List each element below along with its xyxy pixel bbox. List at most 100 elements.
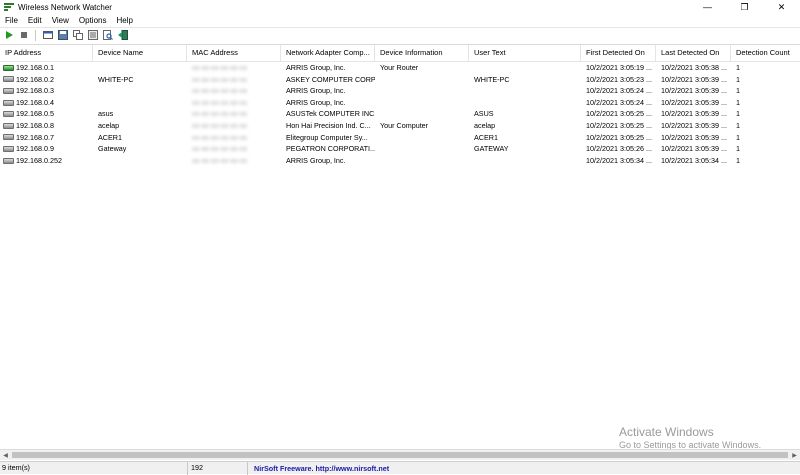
exit-icon[interactable] (117, 29, 129, 41)
row-detection-count: 1 (736, 132, 740, 142)
copy-icon[interactable] (72, 29, 84, 41)
menu-edit[interactable]: Edit (23, 16, 47, 25)
maximize-button[interactable]: ❐ (726, 0, 763, 14)
column-detection-count[interactable]: Detection Count (731, 45, 800, 61)
device-icon (3, 157, 14, 164)
device-icon (3, 145, 14, 152)
row-device-info (375, 108, 469, 120)
column-first-detected-on[interactable]: First Detected On (581, 45, 656, 61)
stop-icon[interactable] (18, 29, 30, 41)
column-device-information[interactable]: Device Information (375, 45, 469, 61)
table-row[interactable]: 192.168.0.7 ACER1 xx-xx-xx-xx-xx-xx Elit… (0, 132, 800, 144)
row-vendor: Elitegroup Computer Sy... (286, 132, 368, 142)
row-ip: 192.168.0.9 (16, 144, 54, 154)
row-vendor: ARRIS Group, Inc. (286, 63, 346, 72)
device-icon (3, 122, 14, 129)
table-row[interactable]: 192.168.0.4 xx-xx-xx-xx-xx-xx ARRIS Grou… (0, 97, 800, 109)
column-mac-address[interactable]: MAC Address (187, 45, 281, 61)
device-icon (3, 111, 14, 118)
column-ip-address[interactable]: IP Address (0, 45, 93, 61)
row-first-detected: 10/2/2021 3:05:25 ... (586, 109, 652, 119)
row-device-name (93, 62, 187, 74)
status-bar: 9 item(s) 192 NirSoft Freeware. http://w… (0, 461, 800, 475)
close-button[interactable]: ✕ (763, 0, 800, 14)
row-device-info (375, 97, 469, 109)
menu-help[interactable]: Help (111, 16, 137, 25)
find-icon[interactable] (102, 29, 114, 41)
router-icon (3, 64, 14, 71)
save-icon[interactable] (57, 29, 69, 41)
row-last-detected: 10/2/2021 3:05:38 ... (661, 63, 727, 72)
scroll-right-icon[interactable]: ▶ (789, 450, 800, 460)
toolbar-separator (35, 29, 36, 41)
row-mac-address: xx-xx-xx-xx-xx-xx (192, 86, 248, 96)
horizontal-scrollbar[interactable]: ◀ ▶ (0, 449, 800, 460)
row-last-detected: 10/2/2021 3:05:39 ... (661, 86, 727, 96)
row-device-name: asus (98, 109, 114, 119)
row-ip: 192.168.0.8 (16, 120, 54, 130)
row-vendor: Hon Hai Precision Ind. C... (286, 120, 371, 130)
table-row[interactable]: 192.168.0.9 Gateway xx-xx-xx-xx-xx-xx PE… (0, 143, 800, 155)
row-ip: 192.168.0.3 (16, 86, 54, 96)
row-last-detected: 10/2/2021 3:05:39 ... (661, 120, 727, 130)
row-ip: 192.168.0.4 (16, 97, 54, 107)
row-mac-address: xx-xx-xx-xx-xx-xx (192, 109, 248, 119)
play-icon[interactable] (3, 29, 15, 41)
row-vendor: ARRIS Group, Inc. (286, 97, 346, 107)
row-ip: 192.168.0.5 (16, 109, 54, 119)
table-row[interactable]: 192.168.0.3 xx-xx-xx-xx-xx-xx ARRIS Grou… (0, 85, 800, 97)
html-report-icon[interactable] (42, 29, 54, 41)
table-row[interactable]: 192.168.0.5 asus xx-xx-xx-xx-xx-xx ASUST… (0, 108, 800, 120)
watermark-title: Activate Windows (619, 425, 714, 439)
row-detection-count: 1 (736, 97, 740, 107)
row-ip: 192.168.0.2 (16, 74, 54, 84)
status-item-count: 9 item(s) (0, 461, 188, 475)
row-mac-address: xx-xx-xx-xx-xx-xx (192, 144, 248, 154)
activation-watermark: Activate Windows Go to Settings to activ… (619, 425, 761, 450)
column-last-detected-on[interactable]: Last Detected On (656, 45, 731, 61)
nirsoft-link[interactable]: NirSoft Freeware. http://www.nirsoft.net (248, 464, 389, 473)
row-first-detected: 10/2/2021 3:05:25 ... (586, 132, 652, 142)
device-icon (3, 87, 14, 94)
row-detection-count: 1 (736, 74, 740, 84)
row-ip: 192.168.0.7 (16, 132, 54, 142)
row-device-name: acelap (98, 120, 120, 130)
menu-bar: File Edit View Options Help (0, 14, 800, 26)
row-first-detected: 10/2/2021 3:05:23 ... (586, 74, 652, 84)
minimize-button[interactable]: — (689, 0, 726, 14)
row-last-detected: 10/2/2021 3:05:34 ... (661, 155, 727, 165)
status-extra: 192 (188, 461, 248, 475)
scroll-left-icon[interactable]: ◀ (0, 450, 11, 460)
menu-options[interactable]: Options (74, 16, 112, 25)
row-device-info: Your Router (380, 63, 419, 72)
row-device-name (93, 85, 187, 97)
table-row[interactable]: 192.168.0.8 acelap xx-xx-xx-xx-xx-xx Hon… (0, 120, 800, 132)
row-first-detected: 10/2/2021 3:05:24 ... (586, 86, 652, 96)
row-device-name (93, 97, 187, 109)
menu-file[interactable]: File (0, 16, 23, 25)
row-user-text: ASUS (474, 109, 494, 119)
row-user-text: acelap (474, 120, 496, 130)
table-row[interactable]: 192.168.0.1 xx-xx-xx-xx-xx-xx ARRIS Grou… (0, 62, 800, 74)
table-row[interactable]: 192.168.0.252 xx-xx-xx-xx-xx-xx ARRIS Gr… (0, 155, 800, 167)
device-icon (3, 134, 14, 141)
row-detection-count: 1 (736, 86, 740, 96)
row-device-info (375, 132, 469, 144)
device-list[interactable]: IP Address Device Name MAC Address Netwo… (0, 44, 800, 450)
row-device-name: Gateway (98, 144, 127, 154)
row-user-text (469, 97, 581, 109)
properties-icon[interactable] (87, 29, 99, 41)
row-vendor: ASKEY COMPUTER CORP (286, 74, 375, 84)
row-mac-address: xx-xx-xx-xx-xx-xx (192, 132, 248, 142)
column-user-text[interactable]: User Text (469, 45, 581, 61)
column-network-adapter-company[interactable]: Network Adapter Comp... (281, 45, 375, 61)
column-device-name[interactable]: Device Name (93, 45, 187, 61)
scrollbar-thumb[interactable] (12, 452, 788, 458)
row-first-detected: 10/2/2021 3:05:24 ... (586, 97, 652, 107)
row-detection-count: 1 (736, 109, 740, 119)
menu-view[interactable]: View (47, 16, 74, 25)
row-device-info (375, 143, 469, 155)
row-device-info: Your Computer (380, 120, 429, 130)
table-row[interactable]: 192.168.0.2 WHITE-PC xx-xx-xx-xx-xx-xx A… (0, 74, 800, 86)
row-vendor: ASUSTek COMPUTER INC. (286, 109, 375, 119)
